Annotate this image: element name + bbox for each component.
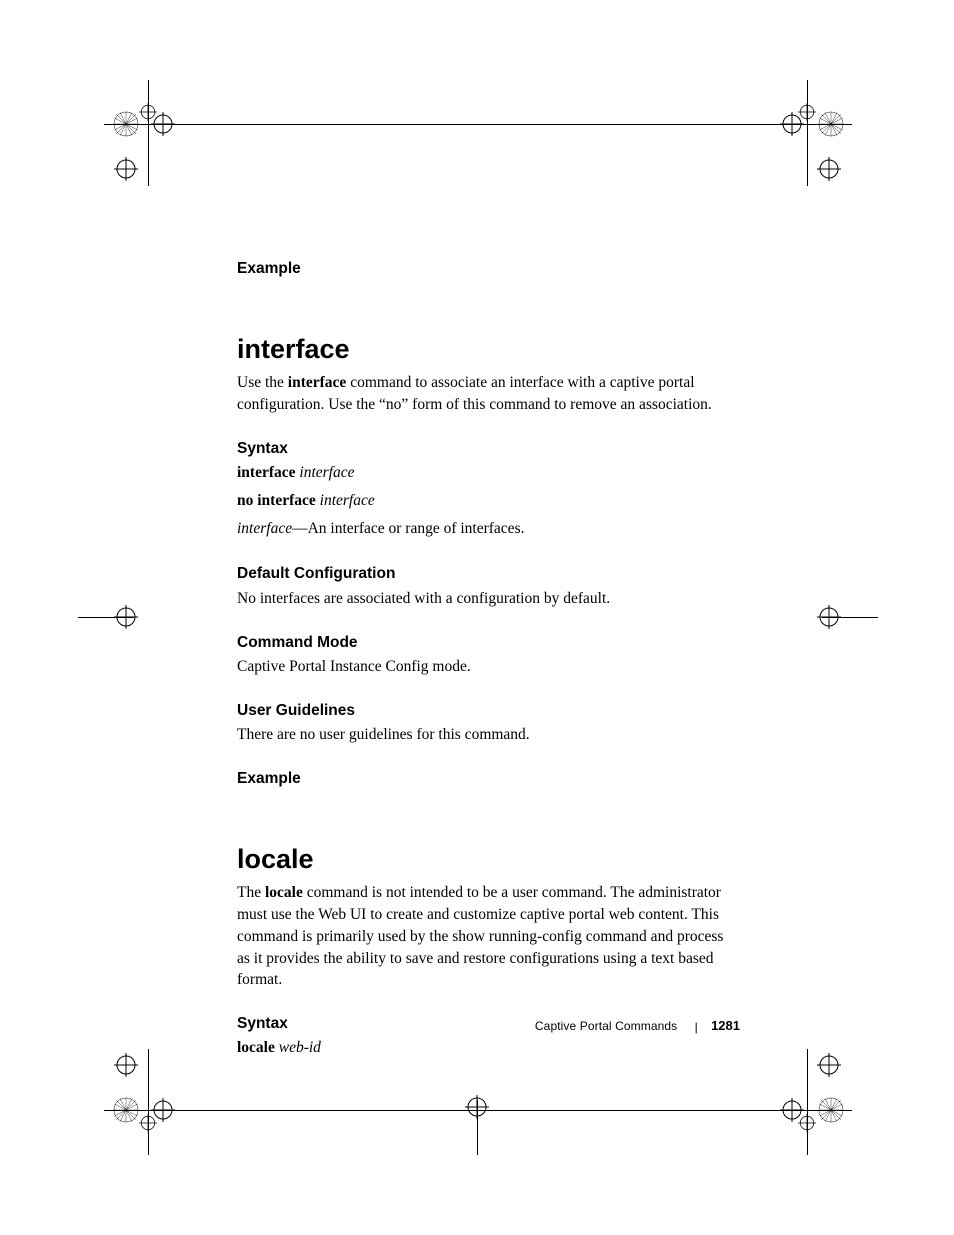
heading-syntax-interface: Syntax	[237, 440, 739, 459]
footer-separator-icon: |	[695, 1020, 698, 1034]
page-footer: Captive Portal Commands | 1281	[0, 1018, 740, 1033]
interface-description: Use the interface command to associate a…	[237, 372, 739, 415]
heading-interface: interface	[237, 335, 739, 365]
heading-locale: locale	[237, 845, 739, 875]
heading-command-mode: Command Mode	[237, 634, 739, 653]
content-column: Example interface Use the interface comm…	[237, 260, 739, 1065]
default-config-text: No interfaces are associated with a conf…	[237, 588, 739, 610]
heading-example-bottom: Example	[237, 770, 739, 789]
user-guidelines-text: There are no user guidelines for this co…	[237, 724, 739, 746]
command-mode-text: Captive Portal Instance Config mode.	[237, 656, 739, 678]
page: Example interface Use the interface comm…	[0, 0, 954, 1235]
footer-section-title: Captive Portal Commands	[535, 1019, 677, 1033]
heading-user-guidelines: User Guidelines	[237, 702, 739, 721]
syntax-interface: interface interface	[237, 462, 739, 484]
syntax-locale: locale web-id	[237, 1037, 739, 1059]
locale-description: The locale command is not intended to be…	[237, 882, 739, 990]
heading-example-top: Example	[237, 260, 739, 279]
heading-default-config: Default Configuration	[237, 565, 739, 584]
footer-page-number: 1281	[711, 1018, 740, 1033]
syntax-no-interface: no interface interface	[237, 490, 739, 512]
syntax-interface-param: interface—An interface or range of inter…	[237, 518, 739, 540]
